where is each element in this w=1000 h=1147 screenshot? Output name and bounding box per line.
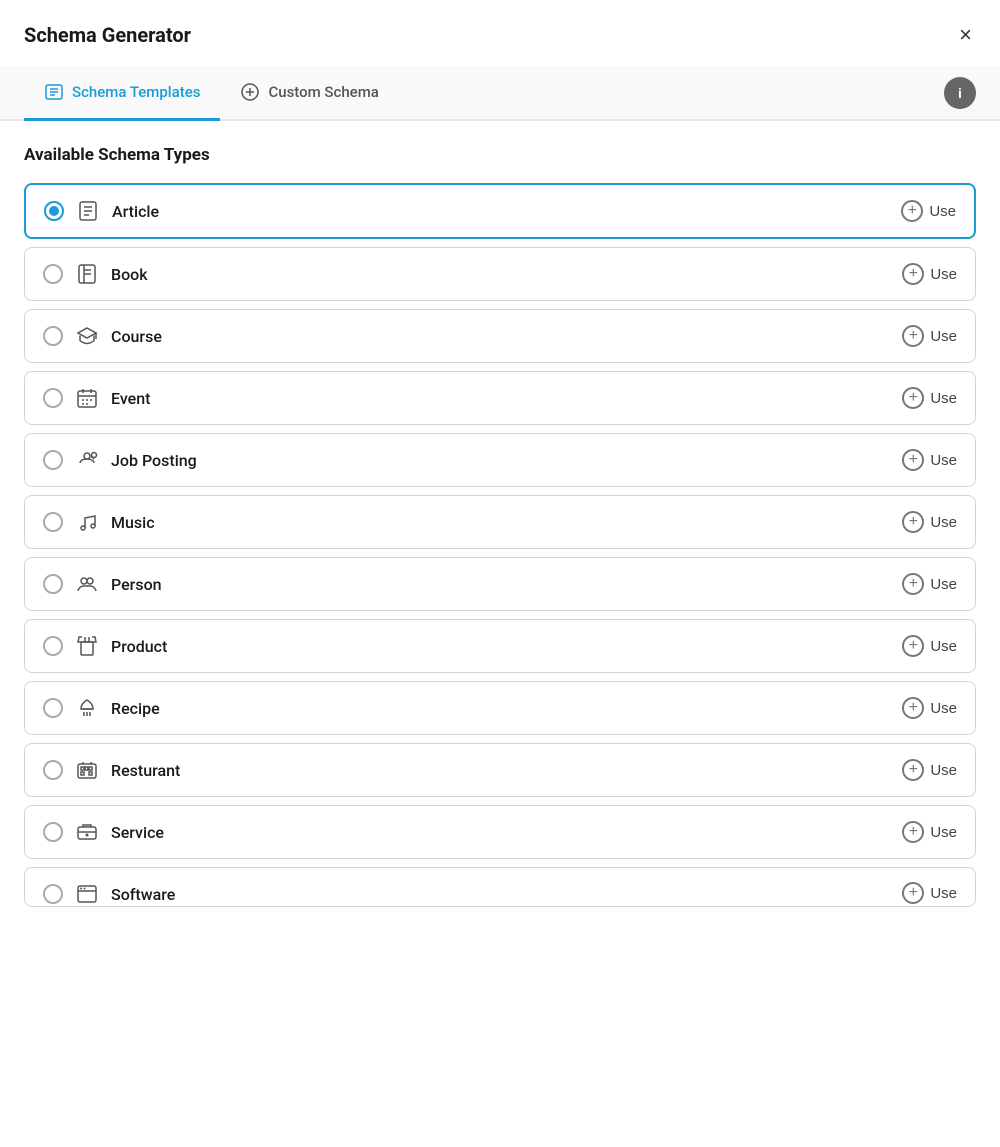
schema-name-person: Person bbox=[111, 575, 162, 594]
use-button-icon-service: + bbox=[902, 821, 924, 843]
schema-name-course: Course bbox=[111, 327, 162, 346]
course-icon bbox=[75, 324, 99, 348]
schema-name-book: Book bbox=[111, 265, 148, 284]
use-button-resturant[interactable]: + Use bbox=[902, 759, 957, 781]
service-icon bbox=[75, 820, 99, 844]
schema-item-recipe[interactable]: Recipe + Use bbox=[24, 681, 976, 735]
schema-name-music: Music bbox=[111, 513, 155, 532]
software-icon bbox=[75, 882, 99, 906]
schema-item-book[interactable]: Book + Use bbox=[24, 247, 976, 301]
schema-generator-modal: Schema Generator × Schema Templates bbox=[0, 0, 1000, 1147]
schema-item-person[interactable]: Person + Use bbox=[24, 557, 976, 611]
tab-schema-templates[interactable]: Schema Templates bbox=[24, 66, 220, 121]
tabs-left: Schema Templates Custom Schema bbox=[24, 66, 399, 119]
schema-item-article[interactable]: Article + Use bbox=[24, 183, 976, 239]
section-title: Available Schema Types bbox=[24, 145, 976, 165]
tabs-container: Schema Templates Custom Schema i bbox=[0, 66, 1000, 121]
tab-custom-schema-label: Custom Schema bbox=[268, 83, 378, 101]
schema-templates-icon bbox=[44, 82, 64, 102]
use-button-music[interactable]: + Use bbox=[902, 511, 957, 533]
use-button-icon-music: + bbox=[902, 511, 924, 533]
use-button-book[interactable]: + Use bbox=[902, 263, 957, 285]
use-button-person[interactable]: + Use bbox=[902, 573, 957, 595]
radio-course bbox=[43, 326, 63, 346]
use-button-icon-article: + bbox=[901, 200, 923, 222]
schema-item-job-posting[interactable]: Job Posting + Use bbox=[24, 433, 976, 487]
radio-service bbox=[43, 822, 63, 842]
use-button-icon-product: + bbox=[902, 635, 924, 657]
radio-software bbox=[43, 884, 63, 904]
use-button-software[interactable]: + Use bbox=[902, 882, 957, 904]
radio-recipe bbox=[43, 698, 63, 718]
schema-item-course[interactable]: Course + Use bbox=[24, 309, 976, 363]
custom-schema-icon bbox=[240, 82, 260, 102]
use-button-icon-job-posting: + bbox=[902, 449, 924, 471]
schema-item-product[interactable]: Product + Use bbox=[24, 619, 976, 673]
use-button-event[interactable]: + Use bbox=[902, 387, 957, 409]
radio-event bbox=[43, 388, 63, 408]
music-icon bbox=[75, 510, 99, 534]
use-button-icon-software: + bbox=[902, 882, 924, 904]
tab-custom-schema[interactable]: Custom Schema bbox=[220, 66, 398, 121]
use-button-icon-person: + bbox=[902, 573, 924, 595]
event-icon bbox=[75, 386, 99, 410]
schema-name-product: Product bbox=[111, 637, 167, 656]
schema-item-service[interactable]: Service + Use bbox=[24, 805, 976, 859]
schema-item-music[interactable]: Music + Use bbox=[24, 495, 976, 549]
product-icon bbox=[75, 634, 99, 658]
schema-item-software[interactable]: Software + Use bbox=[24, 867, 976, 907]
modal-title: Schema Generator bbox=[24, 23, 191, 47]
modal-header: Schema Generator × bbox=[0, 0, 1000, 66]
schema-name-resturant: Resturant bbox=[111, 761, 180, 780]
use-button-icon-course: + bbox=[902, 325, 924, 347]
schema-name-software: Software bbox=[111, 885, 175, 904]
tab-schema-templates-label: Schema Templates bbox=[72, 83, 200, 101]
use-button-icon-recipe: + bbox=[902, 697, 924, 719]
schema-list: Article + Use bbox=[24, 183, 976, 907]
radio-resturant bbox=[43, 760, 63, 780]
use-button-icon-book: + bbox=[902, 263, 924, 285]
radio-person bbox=[43, 574, 63, 594]
use-button-course[interactable]: + Use bbox=[902, 325, 957, 347]
close-button[interactable]: × bbox=[955, 20, 976, 50]
resturant-icon bbox=[75, 758, 99, 782]
info-button[interactable]: i bbox=[944, 77, 976, 109]
radio-music bbox=[43, 512, 63, 532]
use-button-icon-event: + bbox=[902, 387, 924, 409]
schema-name-service: Service bbox=[111, 823, 164, 842]
schema-name-job-posting: Job Posting bbox=[111, 451, 197, 470]
radio-article bbox=[44, 201, 64, 221]
main-content: Available Schema Types Article bbox=[0, 121, 1000, 1147]
schema-item-resturant[interactable]: Resturant + Use bbox=[24, 743, 976, 797]
radio-job-posting bbox=[43, 450, 63, 470]
article-icon bbox=[76, 199, 100, 223]
schema-item-event[interactable]: Event + Use bbox=[24, 371, 976, 425]
schema-name-article: Article bbox=[112, 202, 159, 221]
recipe-icon bbox=[75, 696, 99, 720]
book-icon bbox=[75, 262, 99, 286]
use-button-article[interactable]: + Use bbox=[901, 200, 956, 222]
use-button-icon-resturant: + bbox=[902, 759, 924, 781]
schema-name-event: Event bbox=[111, 389, 150, 408]
use-button-recipe[interactable]: + Use bbox=[902, 697, 957, 719]
use-button-job-posting[interactable]: + Use bbox=[902, 449, 957, 471]
use-button-service[interactable]: + Use bbox=[902, 821, 957, 843]
use-button-product[interactable]: + Use bbox=[902, 635, 957, 657]
radio-product bbox=[43, 636, 63, 656]
schema-name-recipe: Recipe bbox=[111, 699, 160, 718]
job-posting-icon bbox=[75, 448, 99, 472]
radio-book bbox=[43, 264, 63, 284]
person-icon bbox=[75, 572, 99, 596]
